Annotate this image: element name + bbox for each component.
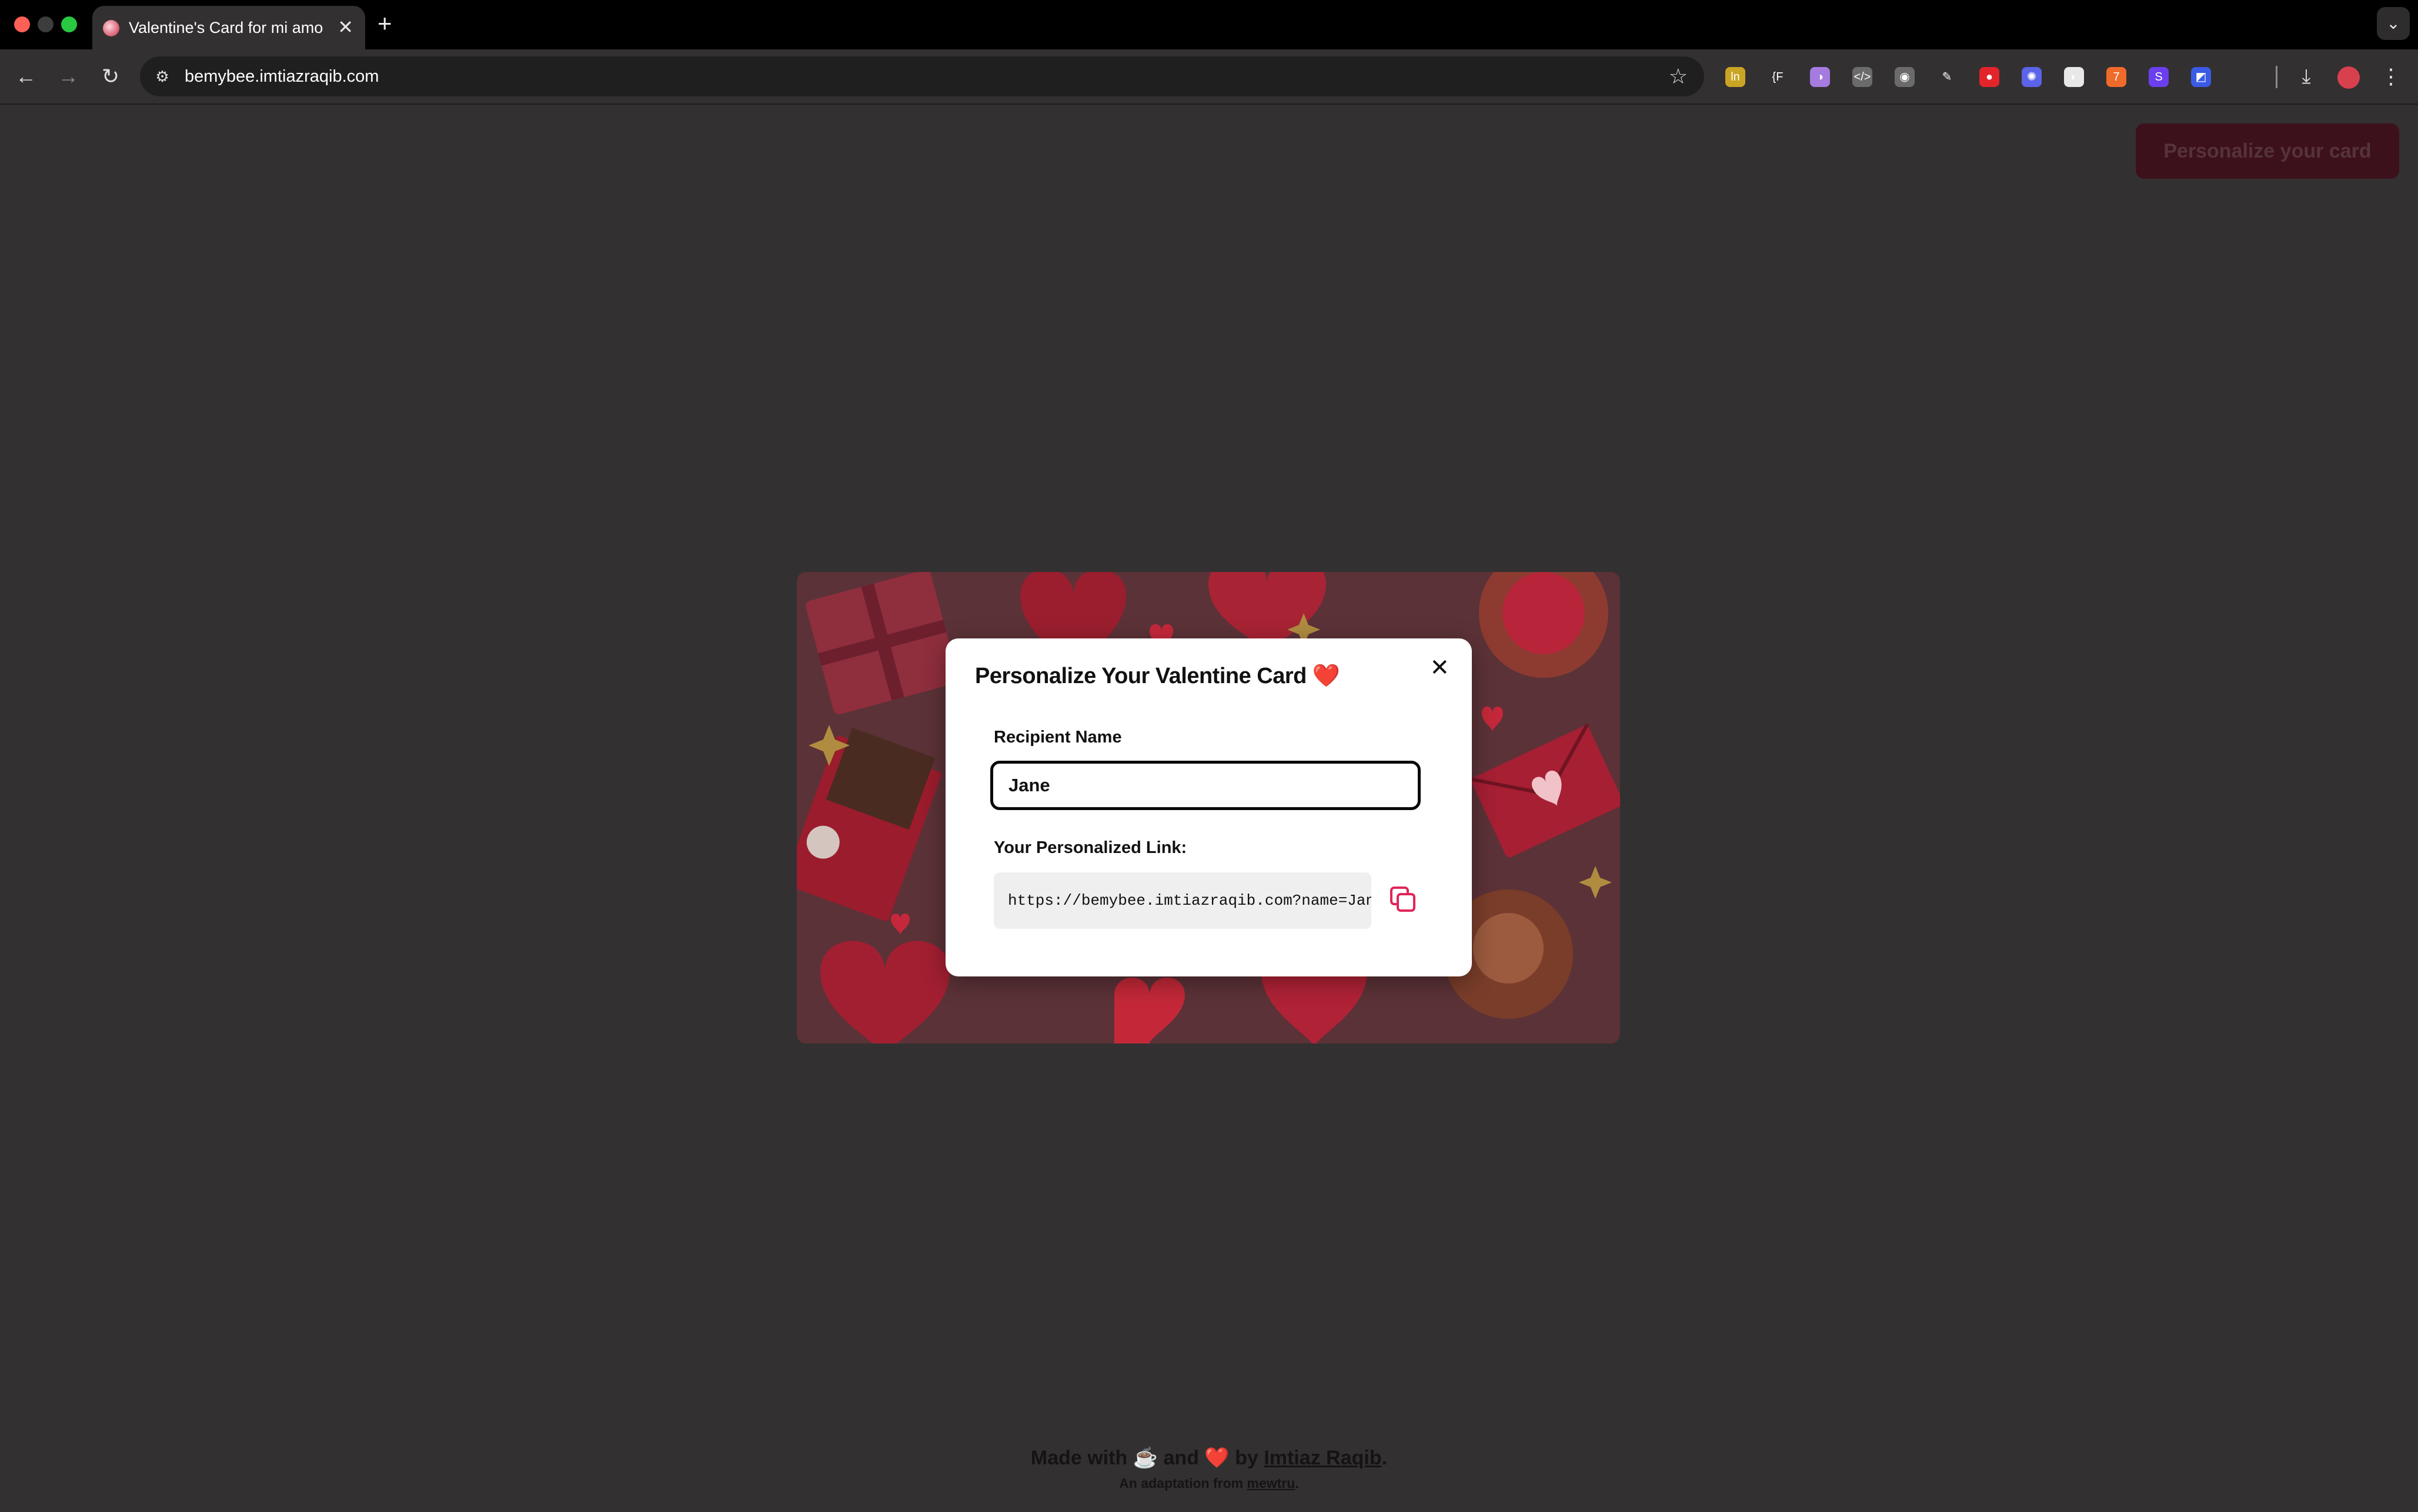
footer-period: . [1381, 1447, 1388, 1469]
tab-search-chevron-down-icon[interactable]: ⌄ [2377, 7, 2410, 40]
ext-2-icon[interactable]: {F [1768, 67, 1788, 87]
address-bar[interactable]: ⚙ bemybee.imtiazraqib.com ☆ [140, 56, 1704, 96]
author-link[interactable]: Imtiaz Raqib [1264, 1447, 1381, 1469]
recipient-name-input[interactable] [990, 761, 1421, 810]
heart-favicon-icon [103, 20, 119, 36]
reload-icon[interactable]: ↻ [95, 61, 126, 92]
tab-title: Valentine's Card for mi amor [129, 19, 323, 36]
footer-by: by [1235, 1447, 1258, 1469]
ext-3-icon[interactable]: ◑ [1810, 67, 1830, 87]
ext-10-icon[interactable]: 7 [2106, 67, 2126, 87]
ext-11-icon[interactable]: S [2149, 67, 2169, 87]
personalize-card-button[interactable]: Personalize your card [2136, 123, 2399, 179]
personalize-modal: Personalize Your Valentine Card ❤️ ✕ Rec… [946, 638, 1472, 976]
close-tab-icon[interactable]: ✕ [338, 16, 353, 38]
minimize-window-button[interactable] [38, 16, 54, 32]
new-tab-button[interactable]: + [378, 11, 392, 36]
recipient-name-label: Recipient Name [994, 728, 1122, 747]
browser-tab[interactable]: Valentine's Card for mi amor ✕ [92, 6, 365, 49]
ext-5-icon[interactable]: ◉ [1895, 67, 1915, 87]
modal-title-text: Personalize Your Valentine Card [975, 664, 1307, 688]
close-window-button[interactable] [14, 16, 30, 32]
maximize-window-button[interactable] [61, 16, 77, 32]
coffee-icon: ☕ [1133, 1447, 1158, 1469]
profile-avatar[interactable] [2333, 61, 2364, 92]
site-settings-icon[interactable]: ⚙ [152, 66, 173, 87]
ext-12-icon[interactable]: ◩ [2191, 67, 2211, 87]
footer-made-with: Made with [1030, 1447, 1128, 1469]
bookmark-star-icon[interactable]: ☆ [1669, 63, 1688, 89]
ext-8-icon[interactable]: ✺ [2022, 67, 2042, 87]
heart-icon: ❤️ [1204, 1447, 1230, 1469]
mewtru-link[interactable]: mewtru [1247, 1476, 1295, 1491]
footer-adaptation-text: An adaptation from [1119, 1476, 1244, 1491]
toolbar-divider [2276, 66, 2277, 88]
footer-adaptation: An adaptation from mewtru. [0, 1476, 2418, 1491]
back-arrow-icon[interactable]: ← [11, 61, 41, 92]
url-text: bemybee.imtiazraqib.com [185, 67, 379, 86]
ext-4-icon[interactable]: </> [1852, 67, 1872, 87]
personalized-link-label: Your Personalized Link: [994, 838, 1187, 857]
browser-toolbar: ← → ↻ ⚙ bemybee.imtiazraqib.com ☆ ln {F ◑ <… [0, 49, 2418, 105]
ext-1-icon[interactable]: ln [1725, 67, 1745, 87]
ext-9-icon[interactable]: ◐ [2064, 67, 2084, 87]
downloads-icon[interactable]: ⤓ [2291, 61, 2322, 92]
ext-7-icon[interactable]: ● [1979, 67, 1999, 87]
more-menu-icon[interactable]: ⋮ [2376, 61, 2406, 92]
modal-title: Personalize Your Valentine Card ❤️ [975, 663, 1340, 689]
red-heart-icon: ❤️ [1312, 664, 1340, 688]
copy-link-icon[interactable] [1388, 884, 1418, 915]
ext-6-icon[interactable]: ✎ [1937, 67, 1957, 87]
forward-arrow-icon[interactable]: → [53, 61, 84, 92]
tab-strip: Valentine's Card for mi amor ✕ + ⌄ [0, 0, 2418, 49]
footer-credit: Made with ☕ and ❤️ by Imtiaz Raqib. [0, 1446, 2418, 1470]
personalized-link-field[interactable]: https://bemybee.imtiazraqib.com?name=Jan… [994, 872, 1371, 929]
footer-period-2: . [1295, 1476, 1299, 1491]
close-modal-icon[interactable]: ✕ [1430, 655, 1450, 681]
footer-and: and [1163, 1447, 1199, 1469]
